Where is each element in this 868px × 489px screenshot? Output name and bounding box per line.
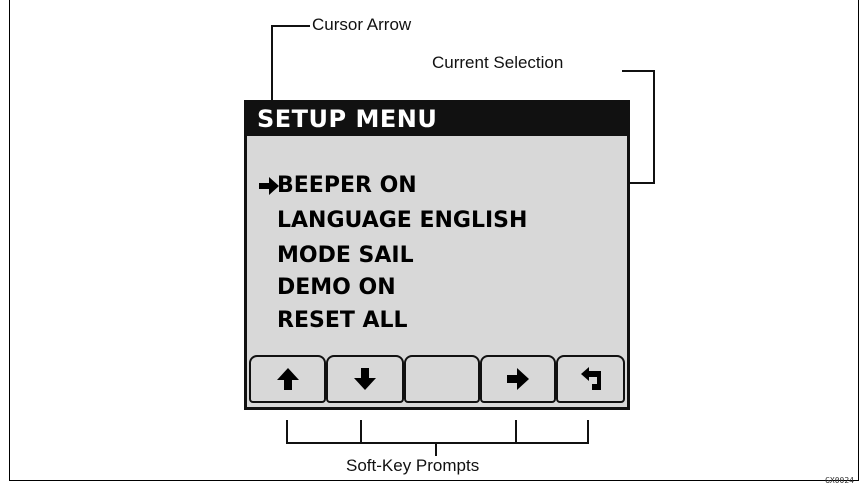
current-selection-callout: Current Selection xyxy=(432,53,564,72)
figure-id: GX0024 xyxy=(825,476,854,485)
up-arrow-icon xyxy=(276,368,299,390)
softkey-return[interactable] xyxy=(556,355,625,403)
softkey-right[interactable] xyxy=(480,355,556,403)
softkey-bracket xyxy=(286,420,589,444)
softkey-up[interactable] xyxy=(249,355,326,403)
menu-item-reset[interactable]: RESET ALL xyxy=(277,308,408,334)
return-arrow-icon xyxy=(580,367,601,390)
lcd-screen: SETUP MENU BEEPER ON LANGUAGE ENGLISH MO… xyxy=(244,100,630,410)
menu-item-demo[interactable]: DEMO ON xyxy=(277,275,396,301)
cursor-arrow-callout: Cursor Arrow xyxy=(312,15,412,34)
softkey-bar xyxy=(249,355,625,403)
down-arrow-icon xyxy=(354,368,376,390)
menu-item-mode[interactable]: MODE SAIL xyxy=(277,243,414,269)
right-arrow-icon xyxy=(507,368,529,390)
menu-item-beeper[interactable]: BEEPER ON xyxy=(277,173,417,199)
menu-item-language[interactable]: LANGUAGE ENGLISH xyxy=(277,208,527,234)
softkey-blank[interactable] xyxy=(404,355,480,403)
setup-menu-title: SETUP MENU xyxy=(247,103,627,136)
softkey-prompts-callout: Soft-Key Prompts xyxy=(344,456,482,476)
softkey-down[interactable] xyxy=(326,355,404,403)
